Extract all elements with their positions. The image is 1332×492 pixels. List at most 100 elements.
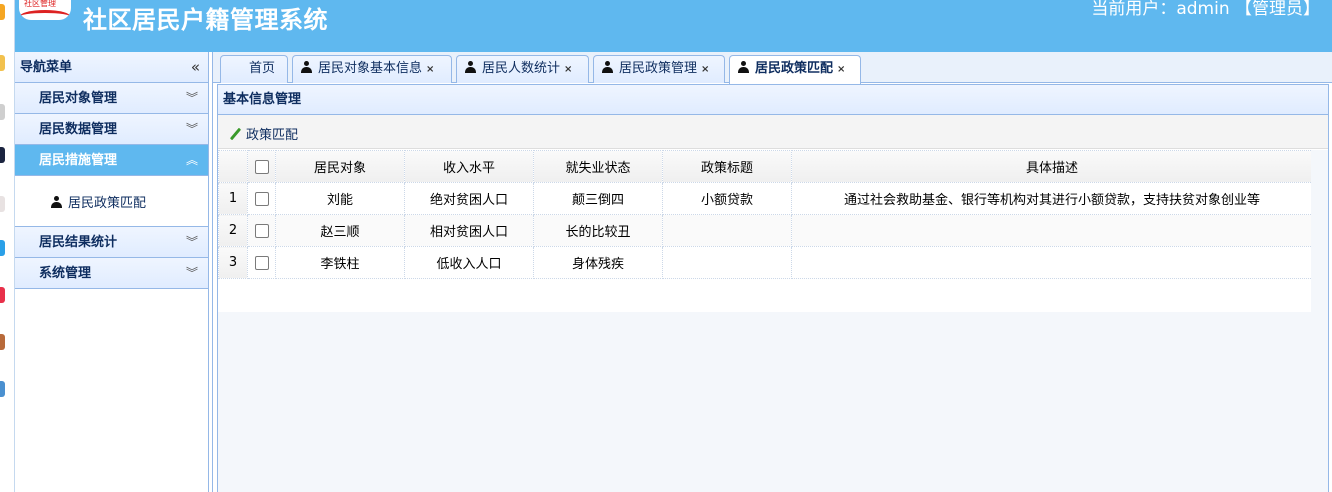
sidebar-item-label: 居民结果统计 (39, 235, 118, 250)
cell-description: 通过社会救助基金、银行等机构对其进行小额贷款，支持扶贫对象创业等 (791, 182, 1313, 215)
app-icon-multi[interactable] (0, 381, 5, 397)
grid-empty-area (218, 312, 1328, 492)
column-header-employment[interactable]: 就失业状态 (533, 150, 663, 183)
sidebar-nav: 导航菜单 « 居民对象管理 ︾ 居民数据管理 ︾ 居民措施管理 ︽ 居民政策匹配… (15, 52, 209, 492)
app-icon-blue[interactable] (0, 240, 5, 256)
policy-match-button-label: 政策匹配 (246, 128, 299, 143)
cell-employment: 长的比较丑 (533, 214, 663, 247)
collapse-sidebar-icon[interactable]: « (191, 52, 200, 83)
tab-label: 首页 (249, 61, 276, 76)
cell-policy-title: 小额贷款 (662, 182, 792, 215)
person-icon (51, 196, 62, 208)
pencil-icon (228, 127, 242, 141)
person-icon (301, 61, 312, 73)
close-tab-icon[interactable]: × (701, 64, 709, 75)
submenu-item-label: 居民政策匹配 (68, 196, 147, 211)
sidebar-item-label: 居民数据管理 (39, 122, 118, 137)
app-icon-folder[interactable] (0, 55, 5, 71)
row-number: 3 (218, 246, 248, 279)
sidebar-item-resident-objects[interactable]: 居民对象管理 ︾ (15, 83, 208, 114)
sidebar-title: 导航菜单 « (15, 52, 208, 83)
close-tab-icon[interactable]: × (837, 64, 845, 75)
sidebar-item-label: 系统管理 (39, 266, 92, 281)
row-number-header (218, 150, 248, 183)
table-row[interactable]: 2 赵三顺 相对贫困人口 长的比较丑 (218, 214, 1313, 247)
current-user-info: 当前用户：admin 【管理员】 (1091, 0, 1320, 19)
policy-match-button[interactable]: 政策匹配 (228, 124, 298, 143)
tab-resident-policy-match[interactable]: 居民政策匹配 × (729, 55, 861, 84)
data-grid: 居民对象 收入水平 就失业状态 政策标题 具体描述 1 刘能 绝对贫困人口 颠三… (218, 150, 1313, 279)
row-checkbox[interactable] (254, 223, 269, 238)
cell-resident: 赵三顺 (275, 214, 405, 247)
submenu-item-policy-match[interactable]: 居民政策匹配 (51, 192, 146, 211)
sidebar-title-label: 导航菜单 (20, 60, 73, 75)
column-header-income[interactable]: 收入水平 (404, 150, 534, 183)
app-icon-light[interactable] (0, 196, 5, 212)
cell-description (791, 246, 1313, 279)
table-row[interactable]: 3 李铁柱 低收入人口 身体残疾 (218, 246, 1313, 279)
sidebar-item-resident-results[interactable]: 居民结果统计 ︾ (15, 227, 208, 258)
logo-text: 社区管理 (24, 0, 56, 8)
person-icon (602, 61, 613, 73)
select-all-checkbox-cell (247, 150, 276, 183)
app-icon-dark[interactable] (0, 147, 5, 163)
app-header: 社区管理 社区居民户籍管理系统 当前用户：admin 【管理员】 (15, 0, 1332, 52)
logo-swoosh-icon (19, 10, 71, 20)
chevron-down-icon: ︾ (185, 266, 198, 280)
cell-income: 绝对贫困人口 (404, 182, 534, 215)
chevron-down-icon: ︾ (185, 235, 198, 249)
table-row[interactable]: 1 刘能 绝对贫困人口 颠三倒四 小额贷款 通过社会救助基金、银行等机构对其进行… (218, 182, 1313, 215)
row-number: 2 (218, 214, 248, 247)
row-number: 1 (218, 182, 248, 215)
cell-employment: 身体残疾 (533, 246, 663, 279)
column-header-resident[interactable]: 居民对象 (275, 150, 405, 183)
grid-scroll-gutter (1311, 150, 1328, 492)
cell-policy-title (662, 246, 792, 279)
app-icon-gray[interactable] (0, 104, 5, 120)
select-all-checkbox[interactable] (254, 159, 269, 174)
row-checkbox[interactable] (254, 191, 269, 206)
close-tab-icon[interactable]: × (426, 64, 434, 75)
app-icon-red[interactable] (0, 287, 5, 303)
app-logo: 社区管理 (19, 0, 71, 20)
row-checkbox-cell (247, 214, 276, 247)
basic-info-panel: 基本信息管理 政策匹配 居民对象 收入水平 就失业状态 政策标题 具体描述 1 … (217, 84, 1329, 492)
tab-bar: 首页 居民对象基本信息 × 居民人数统计 × 居民政策管理 × 居民政策匹配 × (213, 52, 1332, 84)
panel-title: 基本信息管理 (218, 85, 1328, 115)
app-icon-orange[interactable] (0, 4, 5, 20)
cell-income: 相对贫困人口 (404, 214, 534, 247)
table-header-row: 居民对象 收入水平 就失业状态 政策标题 具体描述 (218, 150, 1313, 183)
tab-home[interactable]: 首页 (220, 55, 288, 83)
cell-employment: 颠三倒四 (533, 182, 663, 215)
desktop-edge-strip (0, 0, 14, 492)
row-checkbox-cell (247, 182, 276, 215)
column-header-policy-title[interactable]: 政策标题 (662, 150, 792, 183)
chevron-down-icon: ︾ (185, 122, 198, 136)
tab-label: 居民政策匹配 (755, 61, 834, 76)
row-checkbox[interactable] (254, 255, 269, 270)
sidebar-item-label: 居民措施管理 (39, 153, 118, 168)
sidebar-item-resident-data[interactable]: 居民数据管理 ︾ (15, 114, 208, 145)
cell-policy-title (662, 214, 792, 247)
tab-resident-policy-mgmt[interactable]: 居民政策管理 × (593, 55, 725, 83)
tab-label: 居民对象基本信息 (318, 61, 423, 76)
main-content: 首页 居民对象基本信息 × 居民人数统计 × 居民政策管理 × 居民政策匹配 × 基本信… (212, 52, 1332, 492)
chevron-down-icon: ︾ (185, 91, 198, 105)
grid-toolbar: 政策匹配 (218, 115, 1328, 149)
app-icon-brown[interactable] (0, 334, 5, 350)
sidebar-item-resident-measures[interactable]: 居民措施管理 ︽ (15, 145, 208, 176)
column-header-description[interactable]: 具体描述 (791, 150, 1313, 183)
cell-resident: 刘能 (275, 182, 405, 215)
sidebar-item-system[interactable]: 系统管理 ︾ (15, 258, 208, 289)
tab-label: 居民政策管理 (619, 61, 698, 76)
cell-income: 低收入人口 (404, 246, 534, 279)
tab-label: 居民人数统计 (482, 61, 561, 76)
close-tab-icon[interactable]: × (564, 64, 572, 75)
cell-resident: 李铁柱 (275, 246, 405, 279)
sidebar-submenu: 居民政策匹配 (15, 176, 208, 227)
tab-resident-count-stats[interactable]: 居民人数统计 × (456, 55, 589, 83)
person-icon (738, 61, 749, 73)
person-icon (465, 61, 476, 73)
tab-resident-basic-info[interactable]: 居民对象基本信息 × (292, 55, 452, 83)
row-checkbox-cell (247, 246, 276, 279)
